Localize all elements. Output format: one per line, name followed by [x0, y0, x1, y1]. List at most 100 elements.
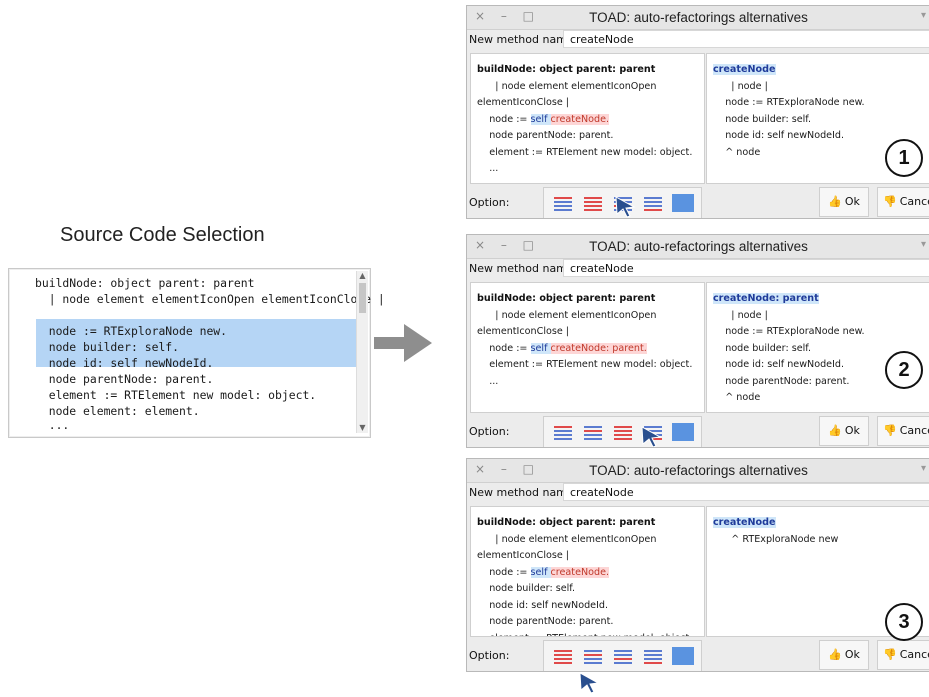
ok-label: Ok	[844, 424, 860, 437]
extracted-call: self	[530, 342, 551, 354]
method-name-input[interactable]: createNode	[563, 483, 929, 501]
alternative-number-badge: 1	[885, 139, 923, 177]
scroll-up-icon[interactable]: ▲	[357, 271, 368, 281]
code-line: createNode	[713, 515, 929, 532]
mouse-pointer-icon	[578, 671, 600, 697]
extracted-call: self	[530, 113, 551, 125]
method-selector: buildNode: object parent: parent	[477, 293, 656, 304]
vertical-scrollbar[interactable]: ▲ ▼	[356, 271, 368, 433]
extracted-method-call: createNode.	[550, 113, 610, 125]
original-code-pane[interactable]: buildNode: object parent: parent | node …	[470, 506, 705, 637]
scroll-down-icon[interactable]: ▼	[357, 423, 368, 433]
thumbs-up-icon: 👍	[828, 424, 842, 437]
toad-window: × – □ TOAD: auto-refactorings alternative…	[466, 5, 929, 219]
code-line: elementIconClose |	[477, 550, 570, 561]
title-bar: × – □ TOAD: auto-refactorings alternative…	[467, 459, 929, 483]
code-line: buildNode: object parent: parent	[477, 62, 704, 79]
right-arrow-icon	[374, 324, 432, 362]
option-bar: Option: 👍Ok 👎Cancel	[467, 413, 929, 447]
option-alternative-2[interactable]	[582, 423, 604, 441]
option-label: Option:	[469, 196, 510, 209]
mouse-pointer-icon	[640, 425, 662, 451]
code-line: | node element elementIconOpen	[477, 309, 657, 321]
code-block: createNode: parent | node | node := RTEx…	[713, 291, 929, 407]
extracted-method-call: createNode: parent.	[550, 342, 647, 354]
scrollbar-thumb[interactable]	[359, 283, 366, 313]
code-line: node parentNode: parent.	[35, 372, 214, 386]
option-bar: Option: 👍Ok 👎Cancel	[467, 637, 929, 671]
code-line: buildNode: object parent: parent	[477, 291, 704, 308]
thumbs-up-icon: 👍	[828, 195, 842, 208]
method-name-row: New method name: createNode	[467, 30, 929, 49]
window-title: TOAD: auto-refactorings alternatives	[589, 463, 808, 478]
extracted-method-call: createNode.	[550, 566, 610, 578]
new-method-selector: createNode: parent	[713, 293, 819, 304]
code-line: | node element elementIconOpen	[477, 533, 657, 545]
option-alternative-3[interactable]	[612, 423, 634, 441]
window-title: TOAD: auto-refactorings alternatives	[589, 10, 808, 25]
code-line: buildNode: object parent: parent	[35, 276, 255, 290]
method-selector: buildNode: object parent: parent	[477, 517, 656, 528]
window-menu-icon[interactable]: ▾	[921, 239, 926, 250]
code-block: buildNode: object parent: parent | node …	[477, 291, 704, 390]
option-alternative-4[interactable]	[642, 647, 664, 665]
window-menu-icon[interactable]: ▾	[921, 463, 926, 474]
source-code-editor[interactable]: buildNode: object parent: parent | node …	[8, 268, 385, 438]
toad-window: × – □ TOAD: auto-refactorings alternative…	[466, 458, 929, 672]
window-title: TOAD: auto-refactorings alternatives	[589, 239, 808, 254]
thumbs-up-icon: 👍	[828, 648, 842, 661]
thumbs-down-icon: 👎	[883, 648, 897, 661]
option-alternative-3[interactable]	[612, 647, 634, 665]
original-code-pane[interactable]: buildNode: object parent: parent | node …	[470, 282, 705, 413]
mouse-pointer-icon	[614, 195, 636, 221]
option-alternative-2[interactable]	[582, 194, 604, 212]
code-line: ^ RTExploraNode new	[713, 533, 839, 545]
thumbs-down-icon: 👎	[883, 424, 897, 437]
code-line: ^ node	[713, 392, 761, 403]
code-line: node parentNode: parent.	[477, 616, 614, 627]
option-alternative-5[interactable]	[672, 423, 694, 441]
code-line: element := RTElement new model: object.	[477, 146, 693, 158]
code-line: | node element elementIconOpen	[477, 80, 657, 92]
extracted-call: self	[530, 566, 551, 578]
option-alternative-1[interactable]	[552, 194, 574, 212]
cancel-button[interactable]: 👎Cancel	[877, 416, 929, 446]
code-line: ...	[477, 375, 499, 387]
code-line: element := RTElement new model: object.	[477, 359, 693, 370]
title-bar: × – □ TOAD: auto-refactorings alternative…	[467, 235, 929, 259]
cancel-button[interactable]: 👎Cancel	[877, 187, 929, 217]
option-label: Option:	[469, 649, 510, 662]
cancel-button[interactable]: 👎Cancel	[877, 640, 929, 670]
code-line: | node element elementIconOpen elementIc…	[35, 292, 385, 306]
code-line: node builder: self.	[713, 113, 812, 125]
ok-button[interactable]: 👍 Ok	[819, 187, 869, 217]
cancel-label: Cancel	[899, 195, 929, 208]
option-alternative-5[interactable]	[672, 647, 694, 665]
option-alternative-1[interactable]	[552, 423, 574, 441]
window-menu-icon[interactable]: ▾	[921, 10, 926, 21]
option-alternative-4[interactable]	[642, 194, 664, 212]
code-line: node := self createNode.	[477, 566, 610, 578]
option-alternative-2[interactable]	[582, 647, 604, 665]
title-bar: × – □ TOAD: auto-refactorings alternative…	[467, 6, 929, 30]
code-line: element := RTElement new model: object.	[35, 388, 317, 402]
method-name-input[interactable]: createNode	[563, 259, 929, 277]
toad-window: × – □ TOAD: auto-refactorings alternative…	[466, 234, 929, 448]
option-alternative-5[interactable]	[672, 194, 694, 212]
ok-button[interactable]: 👍 Ok	[819, 640, 869, 670]
option-alternative-1[interactable]	[552, 647, 574, 665]
ok-button[interactable]: 👍 Ok	[819, 416, 869, 446]
method-name-input[interactable]: createNode	[563, 30, 929, 48]
code-line: node := RTExploraNode new.	[713, 326, 865, 337]
code-line: buildNode: object parent: parent	[477, 515, 704, 532]
option-label: Option:	[469, 425, 510, 438]
code-line: node id: self newNodeId.	[35, 356, 214, 370]
refactored-code-pane[interactable]: createNode: parent | node | node := RTEx…	[706, 282, 929, 413]
method-name-row: New method name: createNode	[467, 483, 929, 502]
code-line: ...	[477, 163, 499, 174]
ok-label: Ok	[844, 648, 860, 661]
original-code-pane[interactable]: buildNode: object parent: parent | node …	[470, 53, 705, 184]
ok-label: Ok	[844, 195, 860, 208]
code-line: | node |	[713, 309, 768, 321]
code-line: node := self createNode.	[477, 113, 610, 125]
